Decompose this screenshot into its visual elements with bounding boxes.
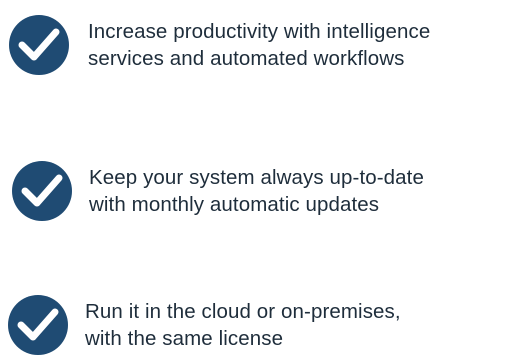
feature-item-deployment: Run it in the cloud or on-premises, with… — [7, 294, 401, 356]
feature-item-productivity: Increase productivity with intelligence … — [8, 14, 430, 76]
feature-line: Run it in the cloud or on-premises, — [85, 300, 401, 323]
feature-text: Increase productivity with intelligence … — [88, 18, 430, 72]
feature-line: with the same license — [85, 327, 284, 350]
feature-line: with monthly automatic updates — [89, 193, 380, 216]
check-circle-icon — [8, 295, 68, 355]
feature-line: Keep your system always up-to-date — [89, 166, 424, 189]
check-circle-icon — [9, 15, 69, 75]
feature-line: services and automated workflows — [88, 47, 405, 70]
feature-item-updates: Keep your system always up-to-date with … — [11, 160, 424, 222]
check-circle-icon — [12, 161, 72, 221]
feature-text: Run it in the cloud or on-premises, with… — [85, 298, 401, 352]
feature-text: Keep your system always up-to-date with … — [89, 164, 424, 218]
feature-line: Increase productivity with intelligence — [88, 20, 431, 43]
